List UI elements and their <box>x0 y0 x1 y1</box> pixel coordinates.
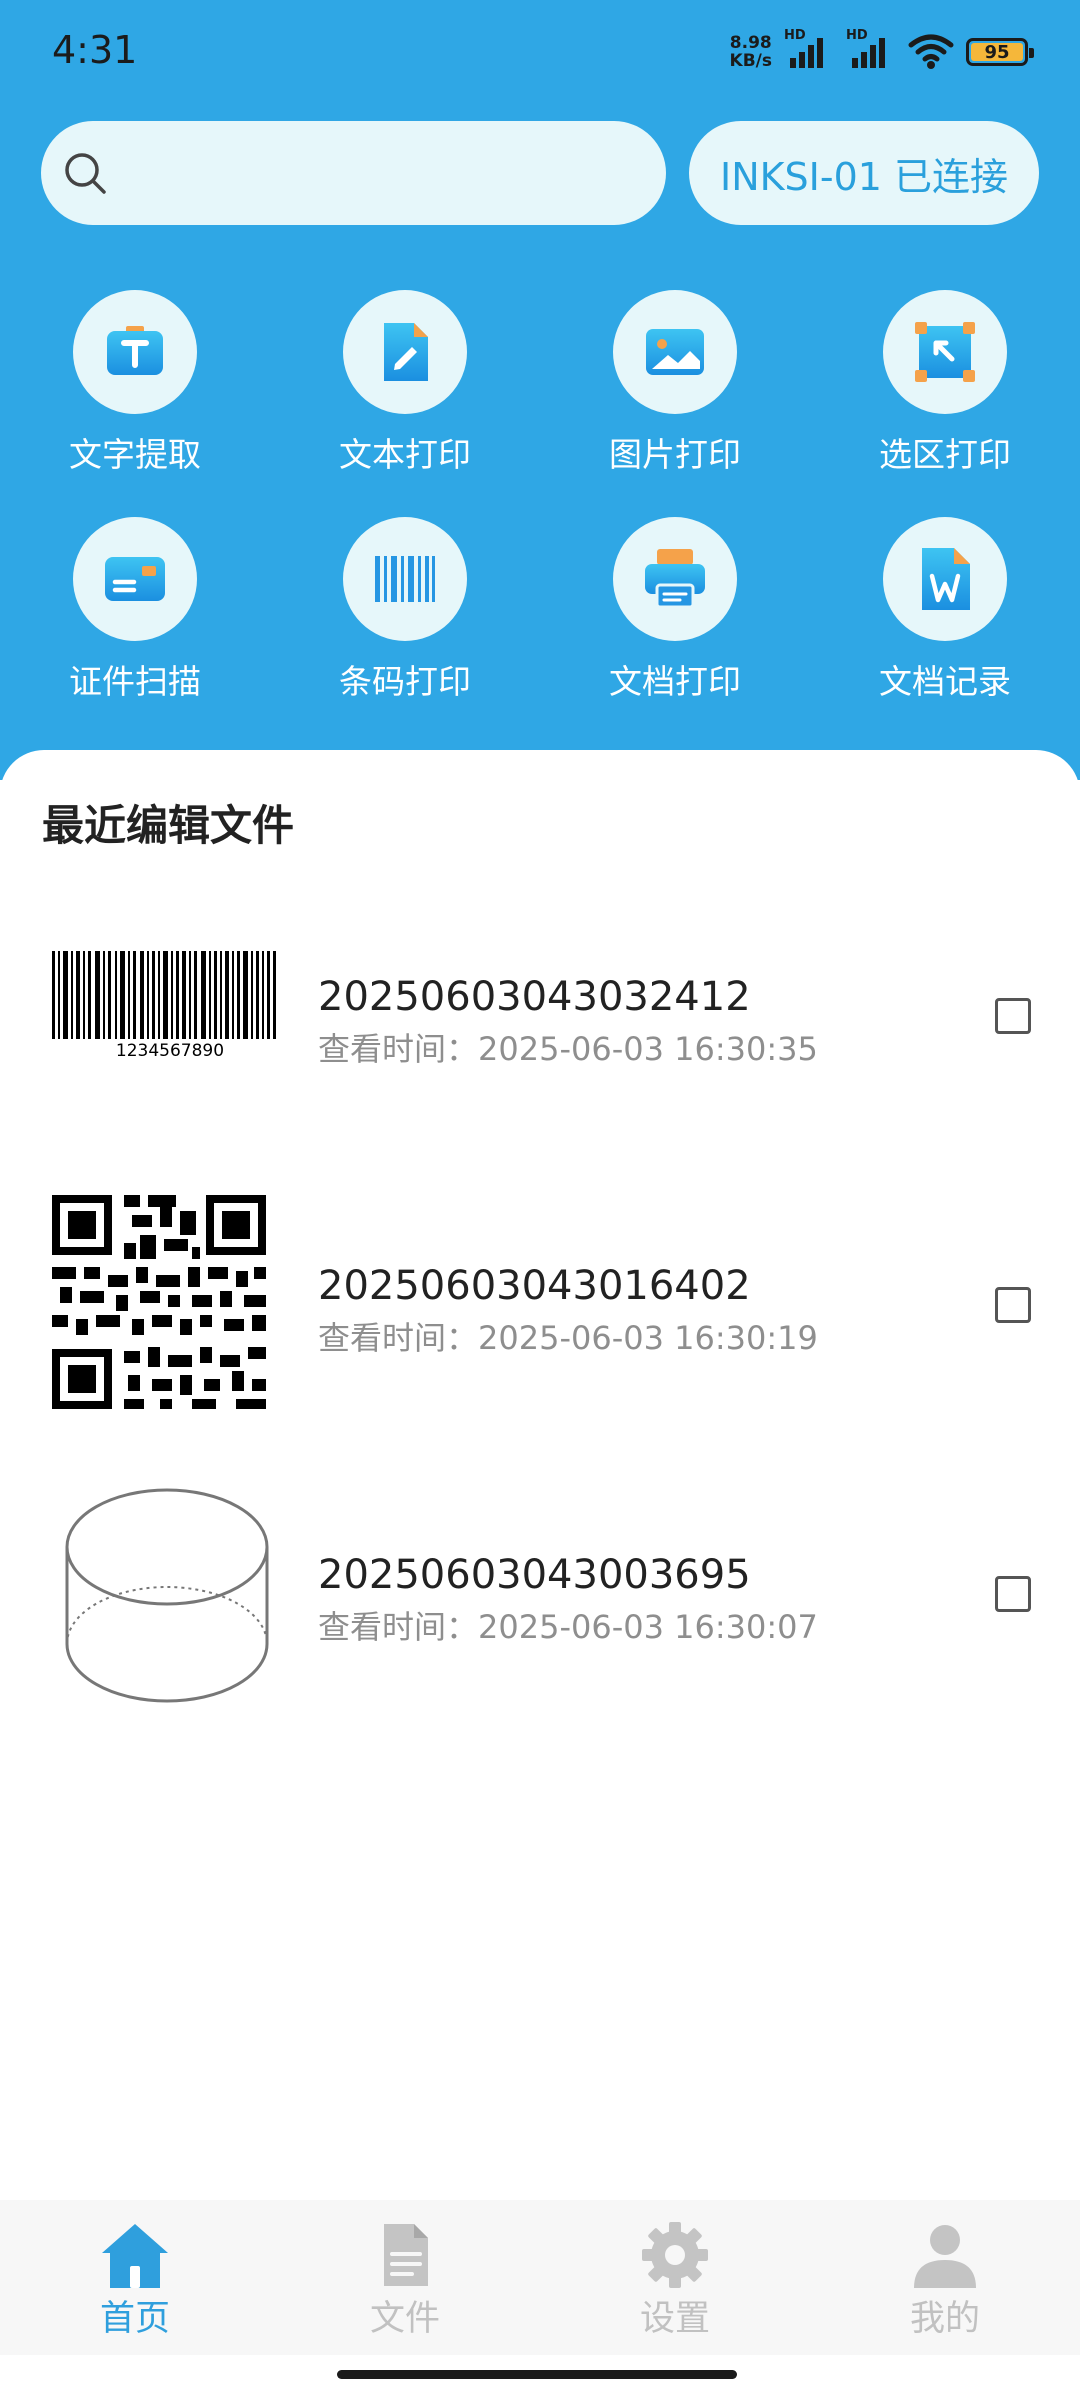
status-bar: 4:31 8.98 KB/s HD HD 95 <box>0 0 1080 110</box>
file-select-checkbox[interactable] <box>995 1287 1031 1323</box>
nav-label: 首页 <box>99 2299 170 2339</box>
file-time-prefix: 查看时间： <box>318 1030 479 1068</box>
file-view-time: 查看时间：2025-06-03 16:30:19 <box>318 1313 818 1359</box>
file-select-checkbox[interactable] <box>995 998 1031 1034</box>
file-time-value: 2025-06-03 16:30:35 <box>478 1030 818 1068</box>
tool-document-record[interactable]: 文档记录 <box>840 515 1050 715</box>
tool-icon-circle <box>73 290 197 414</box>
tool-label: 文档打印 <box>609 662 741 701</box>
signal-icon-2: HD <box>846 28 896 72</box>
tool-icon-circle <box>73 517 197 641</box>
qr-code-icon <box>52 1195 266 1409</box>
nav-label: 我的 <box>909 2299 980 2339</box>
image-print-icon <box>646 329 704 375</box>
network-speed-unit: KB/s <box>729 51 772 71</box>
file-view-time: 查看时间：2025-06-03 16:30:35 <box>318 1024 818 1070</box>
tool-id-scan[interactable]: 证件扫描 <box>30 515 240 715</box>
file-select-checkbox[interactable] <box>995 1576 1031 1612</box>
status-time: 4:31 <box>52 28 138 72</box>
tool-label: 选区打印 <box>879 435 1011 474</box>
tool-text-print[interactable]: 文本打印 <box>300 288 510 488</box>
signal-tag-2: HD <box>846 28 868 43</box>
barcode-number: 1234567890 <box>116 1041 224 1061</box>
wifi-icon <box>908 34 954 69</box>
recent-files-panel: 最近编辑文件 1234567890 20250603043032412 查看时间… <box>0 750 1080 2200</box>
battery-level: 95 <box>984 41 1010 63</box>
id-scan-icon <box>105 557 165 601</box>
nav-label: 文件 <box>369 2299 440 2339</box>
home-indicator[interactable] <box>337 2370 737 2379</box>
file-view-time: 查看时间：2025-06-03 16:30:07 <box>318 1602 818 1648</box>
nav-home[interactable]: 首页 <box>0 2220 270 2350</box>
tool-icon-circle <box>613 517 737 641</box>
tool-label: 图片打印 <box>609 435 741 474</box>
tool-icon-circle <box>883 517 1007 641</box>
tool-barcode-print[interactable]: 条码打印 <box>300 515 510 715</box>
tool-icon-circle <box>343 517 467 641</box>
gear-icon <box>642 2222 708 2288</box>
text-print-icon <box>384 323 428 381</box>
status-icons: 8.98 KB/s HD HD 95 <box>730 28 1034 74</box>
file-icon <box>384 2224 428 2286</box>
barcode-thumbnail-icon: 1234567890 <box>52 951 276 1061</box>
tool-text-extract[interactable]: 文字提取 <box>30 288 240 488</box>
signal-icon: HD <box>784 28 834 72</box>
home-icon <box>102 2224 168 2288</box>
search-bar[interactable] <box>41 121 666 225</box>
tool-icon-circle <box>343 290 467 414</box>
file-thumbnail-barcode: 1234567890 <box>40 906 290 1126</box>
nav-profile[interactable]: 我的 <box>810 2220 1080 2350</box>
search-icon <box>65 153 106 194</box>
file-thumbnail-sketch <box>40 1484 290 1704</box>
file-time-value: 2025-06-03 16:30:19 <box>478 1319 818 1357</box>
file-name: 20250603043003695 <box>318 1552 751 1598</box>
network-speed: 8.98 KB/s <box>730 34 772 70</box>
tool-icon-circle <box>883 290 1007 414</box>
network-speed-value: 8.98 <box>729 33 772 53</box>
cylinder-sketch-icon <box>65 1488 269 1703</box>
user-icon <box>914 2225 976 2288</box>
word-doc-icon <box>922 548 970 610</box>
tool-label: 条码打印 <box>339 662 471 701</box>
nav-files[interactable]: 文件 <box>270 2220 540 2350</box>
recent-file-item[interactable]: 1234567890 20250603043032412 查看时间：2025-0… <box>0 906 1080 1136</box>
search-input[interactable] <box>125 141 639 207</box>
nav-settings[interactable]: 设置 <box>540 2220 810 2350</box>
recent-file-item[interactable]: 20250603043003695 查看时间：2025-06-03 16:30:… <box>0 1484 1080 1714</box>
file-time-value: 2025-06-03 16:30:07 <box>478 1608 818 1646</box>
tool-area-print[interactable]: 选区打印 <box>840 288 1050 488</box>
file-name: 20250603043016402 <box>318 1263 751 1309</box>
tool-document-print[interactable]: 文档打印 <box>570 515 780 715</box>
signal-tag-1: HD <box>784 28 806 43</box>
text-extract-icon <box>107 326 163 375</box>
barcode-print-icon <box>375 556 435 602</box>
area-print-icon <box>915 322 975 382</box>
battery-icon: 95 <box>966 38 1034 66</box>
tool-image-print[interactable]: 图片打印 <box>570 288 780 488</box>
tool-label: 文档记录 <box>879 662 1011 701</box>
file-name: 20250603043032412 <box>318 974 751 1020</box>
tool-label: 文本打印 <box>339 435 471 474</box>
tool-label: 证件扫描 <box>69 662 201 701</box>
file-time-prefix: 查看时间： <box>318 1608 479 1646</box>
device-connection-button[interactable]: INKSI-01 已连接 <box>689 121 1039 225</box>
tool-label: 文字提取 <box>69 435 201 474</box>
recent-files-title: 最近编辑文件 <box>42 801 295 850</box>
nav-label: 设置 <box>639 2299 710 2339</box>
file-thumbnail-qr <box>40 1195 290 1415</box>
tool-icon-circle <box>613 290 737 414</box>
bottom-navigation: 首页 文件 设置 我的 <box>0 2200 1080 2355</box>
printer-icon <box>645 549 705 609</box>
file-time-prefix: 查看时间： <box>318 1319 479 1357</box>
recent-file-item[interactable]: 20250603043016402 查看时间：2025-06-03 16:30:… <box>0 1195 1080 1425</box>
